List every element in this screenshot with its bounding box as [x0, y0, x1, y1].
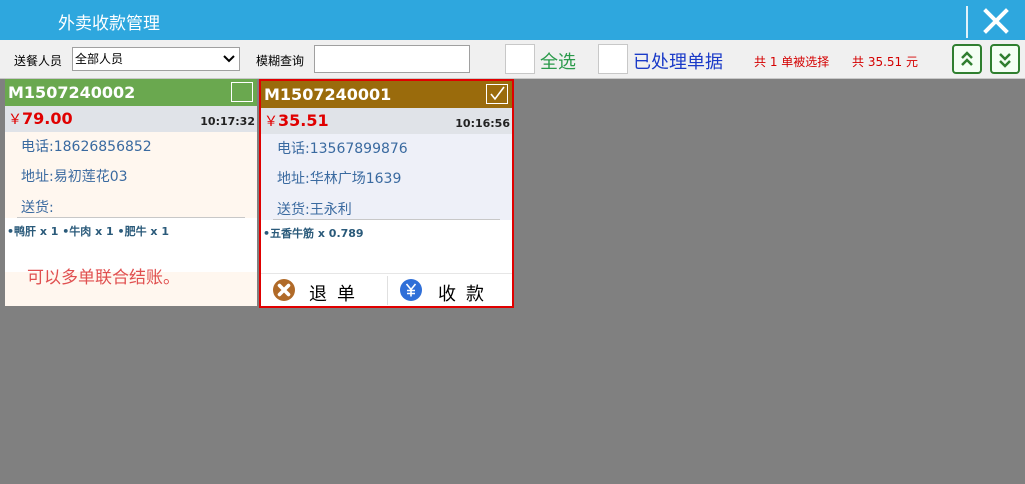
- fuzzy-search-input[interactable]: [314, 45, 470, 73]
- selected-total: 共 35.51 元: [852, 55, 918, 69]
- currency-symbol: ￥: [264, 114, 278, 130]
- currency-symbol: ￥: [8, 112, 22, 128]
- order-amount: ￥79.00: [8, 109, 73, 129]
- order-items: •五香牛筋 x 0.789: [263, 227, 364, 240]
- cancel-order-button[interactable]: 退单: [261, 274, 387, 307]
- order-info: 电话:18626856852 地址:易初莲花03 送货:: [5, 132, 257, 218]
- order-delivery: 送货:: [21, 200, 54, 216]
- order-number: M1507240002: [8, 83, 136, 102]
- select-all-label[interactable]: 全选: [540, 48, 576, 74]
- order-price-bar: ￥35.51 10:16:56: [261, 108, 512, 134]
- checkmark-icon: [490, 86, 505, 101]
- order-phone: 电话:13567899876: [277, 141, 408, 157]
- cancel-icon: [273, 279, 295, 301]
- order-info: 电话:13567899876 地址:华林广场1639 送货:王永利: [261, 134, 512, 220]
- order-delivery: 送货:王永利: [277, 202, 352, 218]
- divider: [273, 219, 500, 220]
- selected-count: 共 1 单被选择: [754, 55, 830, 69]
- title-separator: [966, 6, 968, 38]
- double-chevron-up-icon: [961, 51, 973, 66]
- order-amount-value: 79.00: [22, 109, 73, 128]
- scroll-down-button[interactable]: [990, 44, 1020, 74]
- select-all-checkbox[interactable]: [505, 44, 535, 74]
- order-time: 10:16:56: [455, 117, 510, 130]
- double-chevron-down-icon: [999, 53, 1011, 68]
- order-price-bar: ￥79.00 10:17:32: [5, 106, 257, 132]
- order-address: 地址:华林广场1639: [277, 171, 402, 187]
- courier-select-value: 全部人员: [75, 52, 124, 66]
- yuan-coin-icon: [400, 279, 422, 301]
- order-phone: 电话:18626856852: [21, 139, 152, 155]
- order-select-checkbox[interactable]: [231, 82, 253, 102]
- order-number: M1507240001: [264, 85, 392, 104]
- processed-checkbox[interactable]: [598, 44, 628, 74]
- order-header: M1507240002: [5, 79, 257, 106]
- courier-label: 送餐人员: [14, 54, 63, 68]
- order-address: 地址:易初莲花03: [21, 169, 128, 185]
- title-bar: 外卖收款管理: [0, 0, 1025, 40]
- courier-select[interactable]: 全部人员: [72, 47, 240, 71]
- order-header: M1507240001: [261, 81, 512, 108]
- order-amount: ￥35.51: [264, 111, 329, 131]
- order-select-checkbox[interactable]: [486, 84, 508, 104]
- divider: [17, 217, 245, 218]
- window-title: 外卖收款管理: [58, 14, 160, 34]
- order-actions: 退单 收款: [261, 273, 512, 307]
- order-amount-value: 35.51: [278, 111, 329, 130]
- processed-label[interactable]: 已处理单据: [633, 48, 723, 74]
- fuzzy-search-label: 模糊查询: [256, 54, 305, 68]
- order-time: 10:17:32: [200, 115, 255, 128]
- toolbar: 送餐人员 全部人员 模糊查询 全选 已处理单据 共 1 单被选择 共 35.51…: [0, 40, 1025, 79]
- order-card[interactable]: M1507240002 ￥79.00 10:17:32 电话:186268568…: [5, 79, 257, 306]
- order-note: 可以多单联合结账。: [27, 268, 180, 288]
- chevron-down-icon: [223, 55, 235, 63]
- close-icon[interactable]: [983, 8, 1009, 34]
- cancel-order-label: 退单: [309, 284, 365, 305]
- order-items: •鸭肝 x 1 •牛肉 x 1 •肥牛 x 1: [7, 225, 169, 238]
- scroll-up-button[interactable]: [952, 44, 982, 74]
- collect-payment-button[interactable]: 收款: [388, 274, 512, 307]
- order-card[interactable]: M1507240001 ￥35.51 10:16:56 电话:135678998…: [259, 79, 514, 308]
- collect-payment-label: 收款: [438, 284, 494, 305]
